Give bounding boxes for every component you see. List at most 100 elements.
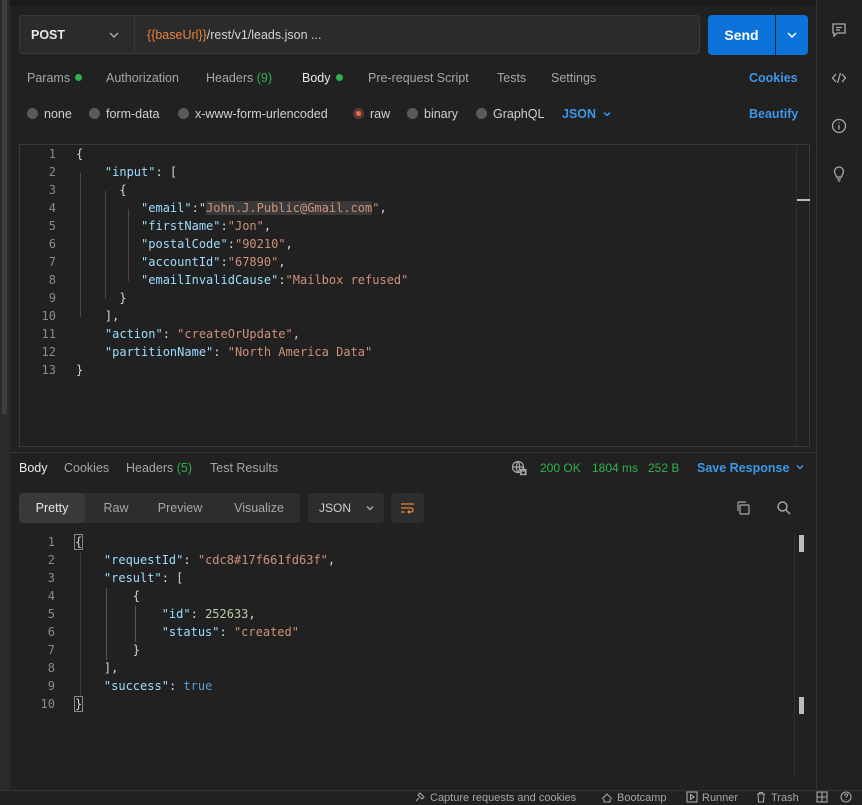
json-value: "createOrUpdate" (177, 327, 293, 341)
json-key: "status" (161, 625, 220, 639)
method-select[interactable]: POST (19, 15, 135, 54)
response-tab-headers[interactable]: Headers (5) (126, 461, 192, 475)
radio-form-data[interactable]: form-data (89, 107, 160, 121)
code-line: "status": "created" (161, 625, 299, 639)
satellite-icon (415, 792, 425, 802)
left-scroll-strip[interactable] (0, 0, 10, 790)
search-icon[interactable] (776, 500, 792, 516)
right-sidebar (816, 0, 862, 790)
view-preview-button[interactable]: Preview (147, 493, 213, 523)
line-number: 10 (40, 697, 55, 711)
tab-prerequest-script[interactable]: Pre-request Script (368, 71, 469, 91)
response-tab-test-results[interactable]: Test Results (210, 461, 278, 475)
code-line: } (76, 363, 84, 377)
json-value: "North America Data" (227, 345, 373, 359)
editor-scroll-marker (797, 199, 810, 201)
response-tab-body[interactable]: Body (19, 461, 48, 475)
lightbulb-icon[interactable] (831, 166, 849, 184)
code-line: "id": 252633, (161, 607, 256, 621)
copy-icon[interactable] (735, 500, 751, 516)
capture-requests-button[interactable]: Capture requests and cookies (414, 791, 576, 804)
line-number: 6 (47, 625, 55, 639)
response-view-switcher: Pretty Raw Preview Visualize (19, 493, 300, 523)
json-value: "cdc8#17f661fd63f" (197, 553, 328, 567)
url-input[interactable]: {{baseUrl}}/rest/v1/leads.json ... (135, 15, 700, 54)
radio-graphql[interactable]: GraphQL (476, 107, 544, 121)
runner-button[interactable]: Runner (686, 791, 738, 804)
radio-urlencoded[interactable]: x-www-form-urlencoded (178, 107, 328, 121)
chevron-down-icon (603, 112, 611, 117)
info-icon[interactable] (831, 118, 849, 136)
response-time[interactable]: 1804 ms (592, 461, 638, 475)
play-icon (686, 791, 698, 803)
line-number: 10 (41, 309, 56, 323)
radio-circle (27, 108, 38, 119)
wrap-lines-button[interactable] (391, 493, 424, 523)
response-size[interactable]: 252 B (648, 461, 679, 475)
view-visualize-button[interactable]: Visualize (221, 493, 297, 523)
radio-none[interactable]: none (27, 107, 72, 121)
help-icon (840, 791, 852, 803)
line-number: 5 (47, 607, 55, 621)
save-response-label: Save Response (697, 461, 790, 475)
json-key: "requestId" (103, 553, 184, 567)
left-scrollbar-thumb[interactable] (2, 0, 7, 415)
cookies-link[interactable]: Cookies (749, 71, 798, 85)
pane-splitter[interactable] (10, 452, 816, 453)
json-value: "Mailbox refused" (285, 273, 409, 287)
line-number: 9 (48, 291, 56, 305)
code-line: "action": "createOrUpdate", (104, 327, 300, 341)
tab-settings[interactable]: Settings (551, 71, 596, 91)
send-button[interactable]: Send (708, 15, 775, 55)
response-language-select[interactable]: JSON (308, 493, 384, 523)
tab-tests[interactable]: Tests (497, 71, 526, 91)
json-key: "result" (103, 571, 162, 585)
code-line: "result": [ (103, 571, 184, 585)
bootcamp-button[interactable]: Bootcamp (601, 791, 667, 804)
line-number: 3 (48, 183, 56, 197)
line-number: 4 (48, 201, 56, 215)
view-raw-button[interactable]: Raw (85, 493, 147, 523)
body-language-select[interactable]: JSON (562, 107, 612, 121)
line-number: 2 (48, 165, 56, 179)
tab-headers[interactable]: Headers (9) (206, 71, 272, 91)
chevron-down-icon (366, 506, 374, 511)
tab-params-label: Params (27, 71, 71, 85)
line-number: 2 (47, 553, 55, 567)
tab-params[interactable]: Params (27, 71, 83, 91)
two-pane-button[interactable] (816, 791, 832, 804)
response-language-label: JSON (319, 501, 352, 515)
radio-raw[interactable]: raw (353, 107, 390, 121)
radio-binary[interactable]: binary (407, 107, 458, 121)
url-path: /rest/v1/leads.json ... (206, 28, 322, 42)
json-key: "email" (141, 201, 192, 215)
send-options-button[interactable] (776, 15, 808, 55)
response-tab-cookies[interactable]: Cookies (64, 461, 109, 475)
line-number: 3 (47, 571, 55, 585)
chevron-down-icon (787, 32, 797, 39)
tab-body[interactable]: Body (302, 71, 343, 91)
trash-button[interactable]: Trash (755, 791, 799, 804)
json-key: "accountId" (141, 255, 221, 269)
response-status[interactable]: 200 OK (540, 461, 581, 475)
view-pretty-button[interactable]: Pretty (19, 493, 85, 523)
radio-circle (407, 108, 418, 119)
code-line: } (119, 291, 127, 305)
help-button[interactable] (840, 791, 856, 804)
layout-icon (816, 791, 828, 803)
bootcamp-label: Bootcamp (617, 792, 667, 804)
line-number: 4 (47, 589, 55, 603)
line-number: 8 (47, 661, 55, 675)
beautify-button[interactable]: Beautify (749, 107, 798, 121)
tab-authorization[interactable]: Authorization (106, 71, 179, 91)
line-number: 6 (48, 237, 56, 251)
code-line: "requestId": "cdc8#17f661fd63f", (103, 553, 336, 567)
response-tab-headers-label: Headers (126, 461, 174, 475)
radio-circle (476, 108, 487, 119)
request-body-editor[interactable]: 1 2 3 4 5 6 7 8 9 10 11 12 13 { "input":… (19, 144, 810, 447)
code-icon[interactable] (831, 70, 849, 88)
comments-icon[interactable] (831, 22, 849, 40)
globe-lock-icon[interactable] (511, 460, 527, 476)
save-response-button[interactable]: Save Response (697, 461, 805, 475)
chevron-down-icon (109, 32, 119, 38)
